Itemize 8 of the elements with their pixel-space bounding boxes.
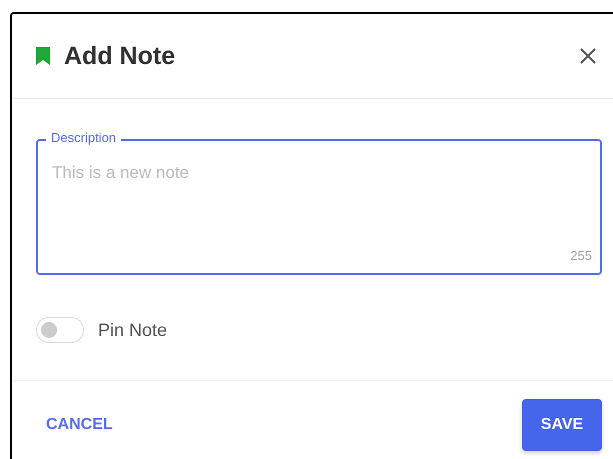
character-counter: 255	[570, 248, 592, 263]
pin-toggle[interactable]	[36, 317, 84, 343]
field-label: Description	[46, 130, 122, 146]
bookmark-icon	[36, 47, 50, 65]
toggle-label: Pin Note	[98, 320, 168, 340]
cancel-button[interactable]: CANCEL	[36, 406, 123, 444]
save-button[interactable]: SAVE	[522, 399, 602, 451]
dialog-title: Add Note	[64, 42, 176, 70]
